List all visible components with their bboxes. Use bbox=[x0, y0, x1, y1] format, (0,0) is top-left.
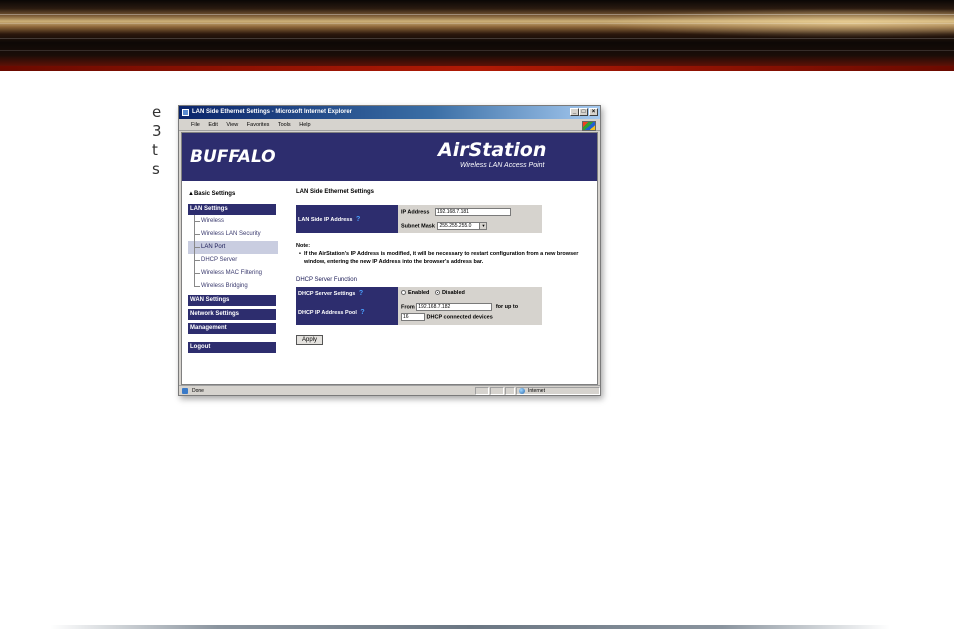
page-done-icon bbox=[182, 388, 188, 394]
window-titlebar[interactable]: LAN Side Ethernet Settings - Microsoft I… bbox=[179, 106, 600, 119]
minimize-button[interactable]: _ bbox=[570, 108, 579, 116]
settings-main: LAN Side Ethernet Settings LAN Side IP A… bbox=[296, 189, 596, 345]
dhcp-pool-label: DHCP IP Address Pool bbox=[298, 309, 357, 316]
sidebar-item-wireless-bridging[interactable]: Wireless Bridging bbox=[188, 280, 278, 293]
sidebar-item-lan-port[interactable]: LAN Port bbox=[188, 241, 278, 254]
subnet-mask-label: Subnet Mask bbox=[401, 223, 435, 230]
menu-help[interactable]: Help bbox=[299, 122, 310, 128]
note-text: If the AirStation's IP Address is modifi… bbox=[304, 251, 579, 265]
page-content: BUFFALO AirStation Wireless LAN Access P… bbox=[181, 132, 598, 385]
dhcp-disabled-radio[interactable] bbox=[434, 290, 440, 296]
subnet-mask-value: 255.255.255.0 bbox=[439, 223, 472, 229]
pool-upto-label: for up to bbox=[495, 304, 519, 311]
dhcp-settings-options: Enabled Disabled bbox=[398, 287, 542, 299]
help-icon[interactable]: ? bbox=[360, 309, 364, 316]
maximize-button[interactable]: □ bbox=[579, 108, 588, 116]
mask-row: Subnet Mask 255.255.255.0 ▼ bbox=[398, 219, 542, 233]
menu-edit[interactable]: Edit bbox=[208, 122, 217, 128]
dhcp-table: DHCP Server Settings ? Enabled Disabled … bbox=[296, 287, 542, 325]
dhcp-pool-label-cell: DHCP IP Address Pool ? bbox=[296, 299, 398, 325]
bullet-icon: • bbox=[299, 251, 301, 257]
dhcp-settings-label: DHCP Server Settings bbox=[298, 290, 356, 297]
banner-streak bbox=[0, 50, 954, 51]
menu-tools[interactable]: Tools bbox=[278, 122, 291, 128]
sidebar-item-label: Wireless bbox=[201, 218, 225, 224]
status-bar: Done Internet bbox=[179, 385, 600, 395]
pool-from-label: From bbox=[401, 304, 415, 311]
help-icon[interactable]: ? bbox=[356, 216, 360, 223]
pool-count-input[interactable]: 16 bbox=[401, 313, 425, 321]
dhcp-pool-values: From 192.168.7.182 for up to 16 DHCP con… bbox=[398, 299, 542, 325]
menu-file[interactable]: File bbox=[191, 122, 200, 128]
sidebar-wan-settings[interactable]: WAN Settings bbox=[188, 295, 276, 306]
router-header: BUFFALO AirStation Wireless LAN Access P… bbox=[182, 133, 597, 181]
header-subtitle: Wireless LAN Access Point bbox=[460, 162, 545, 169]
apply-button[interactable]: Apply bbox=[296, 335, 324, 345]
pool-devices-label: DHCP connected devices bbox=[426, 314, 493, 321]
ip-address-input[interactable]: 192.168.7.181 bbox=[434, 208, 511, 216]
status-cell bbox=[505, 387, 515, 395]
sidebar-item-wireless-mac-filtering[interactable]: Wireless MAC Filtering bbox=[188, 267, 278, 280]
sidebar-lan-settings[interactable]: LAN Settings bbox=[188, 204, 276, 215]
window-title: LAN Side Ethernet Settings - Microsoft I… bbox=[192, 109, 353, 115]
sidebar-item-dhcp-server[interactable]: DHCP Server bbox=[188, 254, 278, 267]
zone-text: Internet bbox=[528, 388, 545, 394]
browser-window: LAN Side Ethernet Settings - Microsoft I… bbox=[178, 105, 601, 396]
sidebar-item-label: LAN Port bbox=[201, 244, 226, 250]
menu-favorites[interactable]: Favorites bbox=[247, 122, 270, 128]
basic-settings-link[interactable]: ▲Basic Settings bbox=[188, 188, 278, 200]
bottom-divider bbox=[50, 625, 890, 629]
dhcp-settings-label-cell: DHCP Server Settings ? bbox=[296, 287, 398, 299]
dhcp-enabled-label: Enabled bbox=[408, 290, 430, 296]
sidebar-item-wireless-lan-security[interactable]: Wireless LAN Security bbox=[188, 228, 278, 241]
apply-row: Apply bbox=[296, 335, 596, 345]
sidebar-item-label: Wireless MAC Filtering bbox=[201, 270, 263, 276]
ip-row: IP Address 192.168.7.181 bbox=[398, 205, 542, 219]
help-icon[interactable]: ? bbox=[359, 290, 363, 297]
sidebar-logout[interactable]: Logout bbox=[188, 342, 276, 353]
note-title: Note: bbox=[296, 243, 311, 249]
chevron-down-icon: ▼ bbox=[479, 223, 487, 229]
pool-count-row: 16 DHCP connected devices bbox=[401, 313, 542, 321]
dhcp-disabled-label: Disabled bbox=[441, 290, 465, 296]
banner-red-stripe bbox=[0, 66, 954, 71]
globe-icon bbox=[519, 388, 525, 394]
sidebar-management[interactable]: Management bbox=[188, 323, 276, 334]
note-block: Note: • If the AirStation's IP Address i… bbox=[296, 243, 596, 266]
subnet-mask-select[interactable]: 255.255.255.0 ▼ bbox=[437, 222, 488, 230]
ip-section-label-cell: LAN Side IP Address ? bbox=[296, 205, 398, 233]
menu-view[interactable]: View bbox=[226, 122, 238, 128]
menu-bar: File Edit View Favorites Tools Help bbox=[179, 120, 600, 131]
sidebar-item-wireless[interactable]: Wireless bbox=[188, 215, 278, 228]
windows-logo-icon bbox=[582, 121, 596, 131]
buffalo-logo: BUFFALO bbox=[190, 147, 276, 167]
ie-icon bbox=[182, 109, 189, 116]
page: e 3 t s LAN Side Ethernet Settings - Mic… bbox=[0, 0, 954, 629]
decorative-banner bbox=[0, 0, 954, 71]
banner-streak bbox=[0, 38, 954, 39]
banner-streak bbox=[0, 14, 954, 15]
airstation-logo: AirStation bbox=[438, 139, 546, 161]
pool-from-row: From 192.168.7.182 for up to bbox=[401, 303, 542, 311]
sidebar-item-label: DHCP Server bbox=[201, 257, 238, 263]
banner-streak bbox=[0, 23, 954, 24]
sidebar-nav: ▲Basic Settings LAN Settings Wireless Wi… bbox=[188, 188, 278, 353]
pool-from-input[interactable]: 192.168.7.182 bbox=[416, 303, 493, 311]
status-cell bbox=[475, 387, 489, 395]
dhcp-heading: DHCP Server Function bbox=[296, 277, 357, 283]
sidebar-network-settings[interactable]: Network Settings bbox=[188, 309, 276, 320]
status-text: Done bbox=[192, 388, 204, 394]
airstation-logo-air: Air bbox=[438, 139, 469, 161]
close-button[interactable]: × bbox=[589, 108, 598, 116]
note-text-wrap: • If the AirStation's IP Address is modi… bbox=[296, 250, 592, 266]
ip-section-label: LAN Side IP Address bbox=[298, 216, 353, 223]
sidebar-item-label: Wireless LAN Security bbox=[201, 231, 261, 237]
sidebar-item-label: Wireless Bridging bbox=[201, 283, 248, 289]
ip-settings-table: LAN Side IP Address ? IP Address 192.168… bbox=[296, 205, 542, 233]
ip-address-label: IP Address bbox=[401, 209, 430, 216]
dhcp-enabled-radio[interactable] bbox=[401, 290, 406, 296]
airstation-logo-station: Station bbox=[468, 139, 547, 161]
page-heading: LAN Side Ethernet Settings bbox=[296, 189, 375, 195]
status-cell bbox=[490, 387, 504, 395]
